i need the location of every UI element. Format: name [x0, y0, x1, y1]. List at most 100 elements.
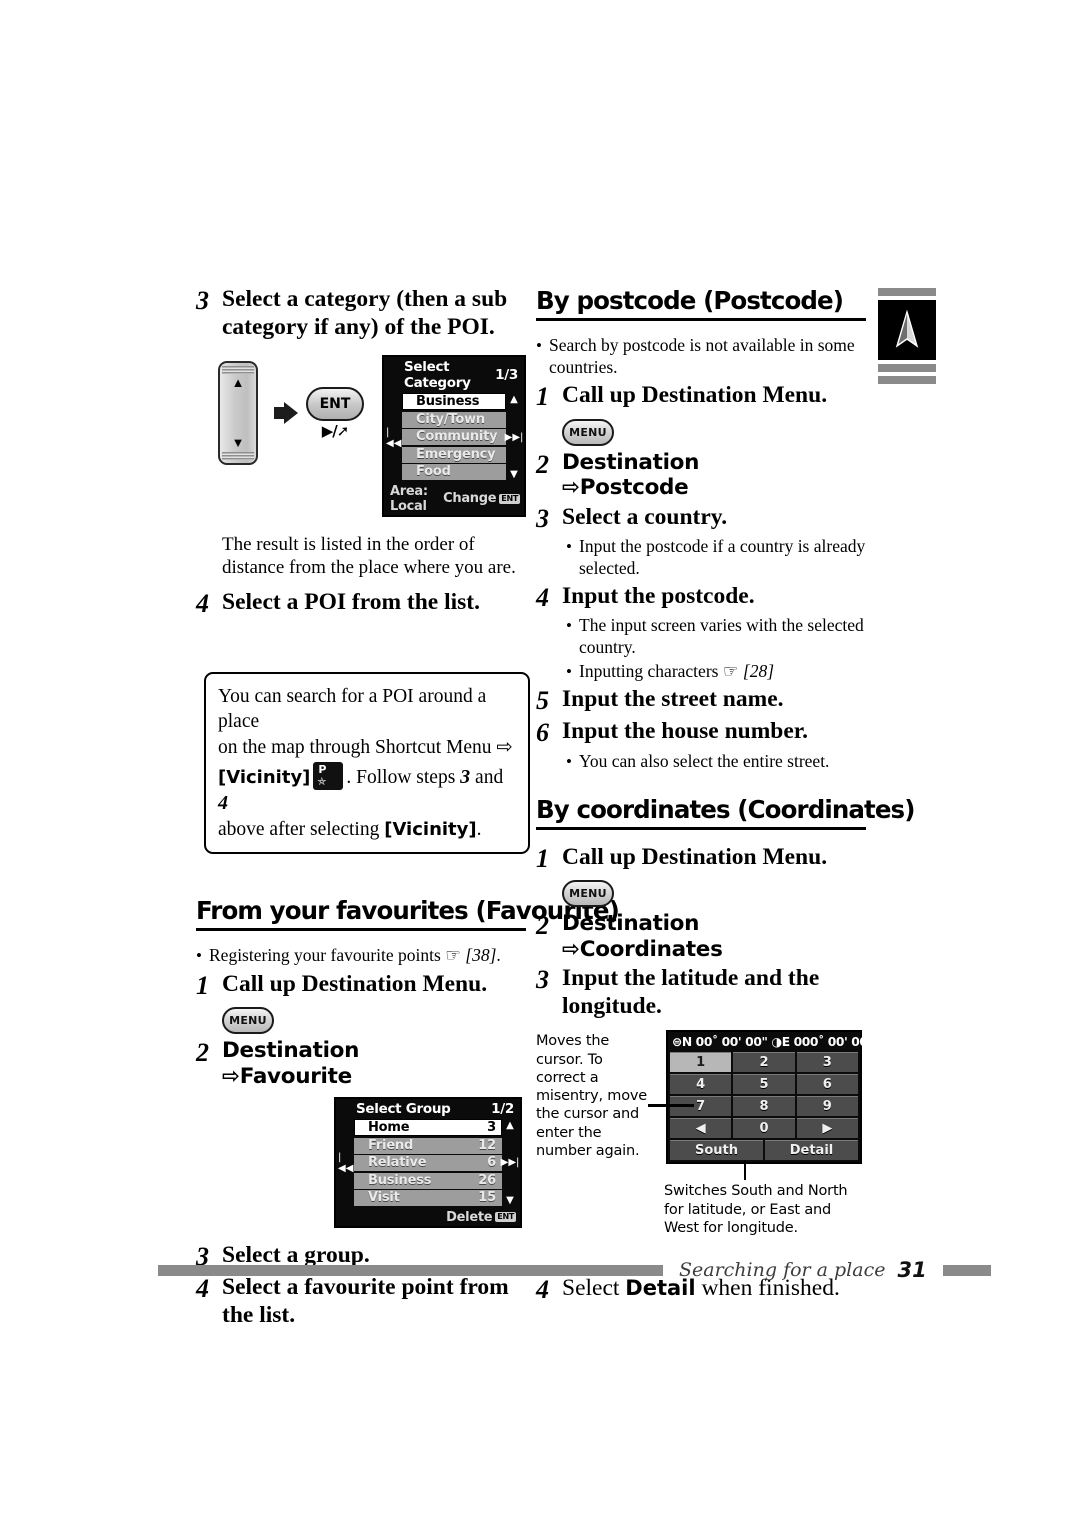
- lcd-page-indicator: 1/3: [495, 367, 518, 384]
- menu-button[interactable]: MENU: [222, 1007, 274, 1035]
- list-item-count: 26: [478, 1172, 496, 1188]
- result-order-note: The result is listed in the order of dis…: [222, 533, 516, 579]
- scroll-up-icon[interactable]: ▲: [510, 394, 518, 405]
- list-item[interactable]: Friend 12: [354, 1137, 502, 1154]
- bullet-text: Inputting characters ☞ [28]: [579, 661, 866, 683]
- step-number: 1: [536, 843, 549, 873]
- cursor-callout-text: Moves the cursor. To correct a misentry,…: [536, 1033, 647, 1159]
- section-heading-favourite: From your favourites (Favourite): [196, 896, 620, 932]
- keypad-row-1: 1 2 3: [670, 1052, 858, 1073]
- manual-page: 3 Select a category (then a sub category…: [0, 0, 1080, 1528]
- step-ref-3: 3: [460, 765, 471, 788]
- country-selected-bullet: • Input the postcode if a country is alr…: [566, 536, 866, 579]
- list-item[interactable]: Visit 15: [354, 1190, 502, 1207]
- step-number: 4: [536, 582, 549, 612]
- vicinity-note-line1: You can search for a POI around a place: [218, 685, 487, 733]
- step-number: 5: [536, 685, 549, 715]
- bullet-text: Search by postcode is not available in s…: [549, 335, 855, 377]
- menu-button[interactable]: MENU: [562, 880, 614, 908]
- list-item[interactable]: Emergency: [402, 446, 506, 463]
- key-0[interactable]: 0: [733, 1118, 795, 1139]
- step-text: Input the street name.: [562, 685, 784, 712]
- lcd-title-bar: Select Group 1/2: [336, 1099, 520, 1119]
- next-page-icon[interactable]: ▶▶|: [501, 1157, 520, 1168]
- lcd-delete-action[interactable]: Delete ENT: [446, 1210, 516, 1225]
- footer-rule-left: [158, 1264, 663, 1276]
- next-page-icon[interactable]: ▶▶|: [505, 432, 524, 443]
- list-item[interactable]: Food: [402, 464, 506, 481]
- key-1[interactable]: 1: [670, 1052, 732, 1073]
- lcd-change-action[interactable]: Change ENT: [443, 491, 520, 506]
- lcd-body: |◀◀ Business City/Town Community Emergen…: [384, 393, 524, 484]
- step-text: Destination ⇨Postcode: [562, 450, 699, 501]
- vicinity-note-box: You can search for a POI around a place …: [204, 671, 530, 855]
- list-item[interactable]: City/Town: [402, 411, 506, 428]
- lcd-prev-page-icon[interactable]: |◀◀: [338, 1119, 354, 1208]
- list-item-label: Emergency: [416, 446, 496, 462]
- arrow-right-icon: ⇨: [562, 475, 580, 501]
- list-item-count: 6: [487, 1155, 496, 1171]
- tab-bar-bottom: [878, 376, 936, 384]
- scroll-up-icon[interactable]: ▲: [506, 1120, 514, 1131]
- step-text: Call up Destination Menu.: [222, 970, 488, 997]
- key-4[interactable]: 4: [670, 1074, 732, 1095]
- ent-button[interactable]: ENT: [306, 386, 364, 421]
- menu-path-second-line: ⇨Coordinates: [562, 937, 723, 962]
- step-number: 1: [196, 970, 209, 1000]
- lcd-prev-page-icon[interactable]: |◀◀: [386, 393, 402, 482]
- pointing-hand-icon: ☞: [445, 945, 461, 966]
- coordinate-figure: Moves the cursor. To correct a misentry,…: [536, 1030, 874, 1165]
- menu-path-destination: Destination: [562, 911, 700, 937]
- key-5[interactable]: 5: [733, 1074, 795, 1095]
- key-8[interactable]: 8: [733, 1096, 795, 1117]
- scroll-down-icon[interactable]: ▼: [506, 1195, 514, 1206]
- list-item[interactable]: Relative 6: [354, 1155, 502, 1172]
- keypad-row-3: 7 8 9: [670, 1096, 858, 1117]
- arrow-right-icon: ⇨: [222, 1063, 240, 1089]
- key-9[interactable]: 9: [796, 1096, 858, 1117]
- key-cursor-right[interactable]: ▶: [796, 1118, 858, 1139]
- menu-button[interactable]: MENU: [562, 419, 614, 447]
- vicinity-label-2: [Vicinity]: [384, 818, 477, 840]
- pedestrian-glyph: ⛤: [317, 775, 327, 788]
- list-item[interactable]: Home 3: [354, 1119, 502, 1137]
- key-6[interactable]: 6: [796, 1074, 858, 1095]
- list-item[interactable]: Community: [402, 429, 506, 446]
- menu-path-coordinates: Coordinates: [579, 936, 723, 962]
- step-text: Call up Destination Menu.: [562, 843, 828, 870]
- step-call-destination-menu-fav: 1 Call up Destination Menu.: [196, 971, 526, 1002]
- step-text: Select a country.: [562, 503, 728, 530]
- south-north-toggle-button[interactable]: South: [670, 1140, 763, 1161]
- step-destination-favourite: 2 Destination ⇨Favourite: [196, 1038, 526, 1089]
- latitude-marker-icon: ⊜: [672, 1035, 682, 1050]
- heading-bold: Coordinates: [747, 794, 906, 824]
- key-3[interactable]: 3: [796, 1052, 858, 1073]
- list-item[interactable]: Business 26: [354, 1172, 502, 1189]
- footer-section-title: Searching for a place: [679, 1259, 886, 1281]
- step-text: Input the postcode.: [562, 582, 755, 609]
- list-item[interactable]: Business: [402, 393, 506, 411]
- list-item-count: 12: [478, 1137, 496, 1153]
- lcd-body: |◀◀ Home 3 Friend 12 Relative 6 Business…: [336, 1119, 520, 1210]
- joystick-control-group: ▲ ▼ ENT ▶/➚: [218, 361, 364, 466]
- lcd-right-controls: ▲ ▶▶| ▼: [501, 1119, 520, 1208]
- menu-path-destination: Destination: [222, 1038, 360, 1064]
- list-item-label: Relative: [368, 1155, 427, 1171]
- entire-street-bullet: • You can also select the entire street.: [566, 751, 866, 773]
- menu-path-destination: Destination: [562, 450, 700, 476]
- step-select-category: 3 Select a category (then a sub category…: [196, 286, 526, 341]
- cursor-right-arrow-icon: ▶: [822, 1120, 833, 1136]
- step-select-favourite-point: 4 Select a favourite point from the list…: [196, 1274, 526, 1329]
- joystick-stick[interactable]: ▲ ▼: [218, 361, 258, 466]
- vicinity-note-line2: on the map through Shortcut Menu ⇨: [218, 735, 516, 760]
- key-2[interactable]: 2: [733, 1052, 795, 1073]
- navigation-arrow-glyph: [895, 310, 919, 348]
- scroll-down-icon[interactable]: ▼: [510, 469, 518, 480]
- list-item-label: Community: [416, 429, 498, 445]
- step-destination-coordinates: 2 Destination ⇨Coordinates: [536, 911, 866, 962]
- key-cursor-left[interactable]: ◀: [670, 1118, 732, 1139]
- detail-button[interactable]: Detail: [765, 1140, 858, 1161]
- page-number: 31: [897, 1258, 927, 1282]
- vicinity-note-follow: . Follow steps: [346, 766, 461, 788]
- coordinate-input-screen: ⊜N 00˚ 00' 00" ◑E 000˚ 00' 00" 1 2 3 4 5…: [666, 1030, 874, 1165]
